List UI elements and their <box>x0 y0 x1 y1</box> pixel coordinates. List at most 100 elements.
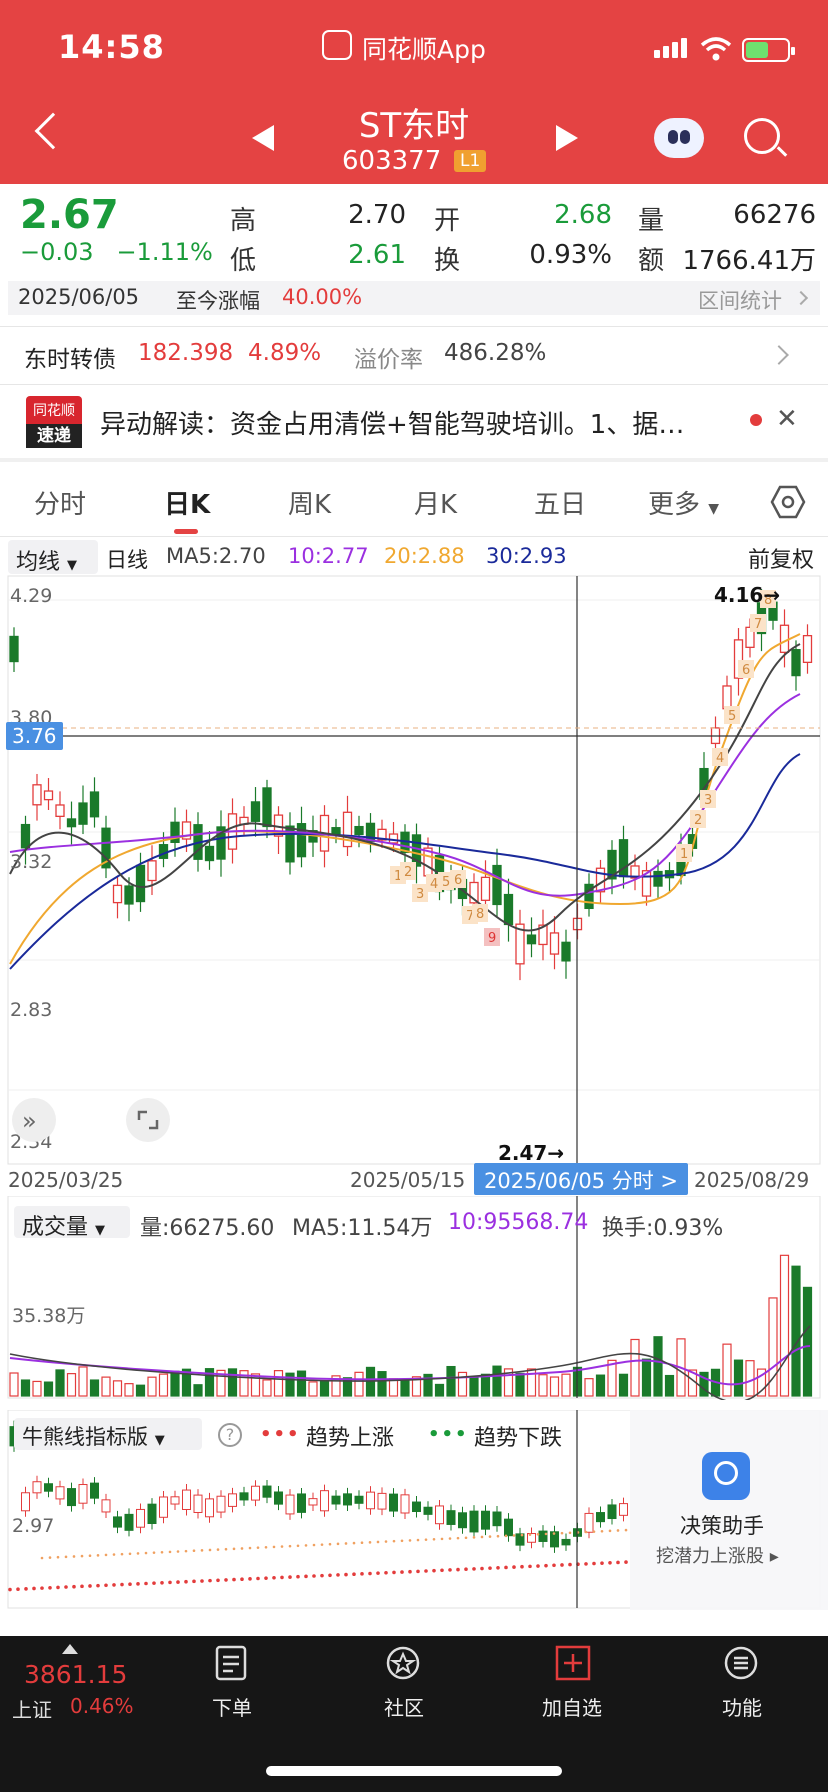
bear-candle-body <box>90 1482 99 1499</box>
tab-five-day[interactable]: 五日 <box>534 484 586 521</box>
community-icon[interactable] <box>384 1644 422 1682</box>
bear-dot-lower <box>96 1583 100 1588</box>
sequence-number: 6 <box>454 873 462 888</box>
indicator-dropdown-label: 牛熊线指标版 <box>22 1425 148 1449</box>
bear-dot-lower <box>416 1569 420 1574</box>
candle-body <box>779 624 790 653</box>
adjust-mode[interactable]: 前复权 <box>748 542 814 574</box>
volume-bar <box>89 1379 100 1397</box>
assistant-search-icon[interactable] <box>702 1452 750 1500</box>
bear-dot-lower <box>240 1577 244 1582</box>
volume-bar <box>779 1254 790 1397</box>
volume-bar <box>135 1384 146 1397</box>
tab-daily-k[interactable]: 日K <box>164 484 210 521</box>
app-logo-icon <box>322 30 352 60</box>
volume-bar <box>20 1379 31 1397</box>
bear-dot-lower <box>424 1569 428 1573</box>
close-icon[interactable]: ✕ <box>776 404 798 434</box>
low-label: 低 <box>230 246 257 276</box>
volume-turnover: 换手:0.93% <box>602 1216 724 1241</box>
index-value[interactable]: 3861.15 <box>24 1660 127 1689</box>
candle-body <box>549 932 560 955</box>
function-button[interactable]: 功能 <box>682 1692 802 1721</box>
tab-more[interactable]: 更多 ▼ <box>648 484 719 521</box>
bear-candle-body <box>458 1512 467 1529</box>
community-button[interactable]: 社区 <box>344 1692 464 1721</box>
order-icon[interactable] <box>212 1644 250 1682</box>
order-button[interactable]: 下单 <box>172 1692 292 1721</box>
bear-dot-upper <box>232 1547 236 1551</box>
bear-dot-upper <box>504 1534 508 1538</box>
add-watchlist-button[interactable]: 加自选 <box>512 1692 632 1721</box>
candlestick-chart[interactable]: 1 234 5 67 8912345678 4.29 3.80 3.32 2.83 2.… <box>0 574 828 1170</box>
volume-bar <box>43 1381 54 1397</box>
ma10-value: 10:2.77 <box>288 544 369 568</box>
bear-dot-lower <box>480 1566 484 1571</box>
fullscreen-button[interactable] <box>126 1098 170 1142</box>
bear-candle-body <box>343 1493 352 1506</box>
bear-candle-body <box>469 1510 479 1533</box>
date-end: 2025/08/29 <box>694 1168 810 1192</box>
search-icon[interactable] <box>744 118 780 154</box>
tab-monthly-k[interactable]: 月K <box>414 484 457 521</box>
bear-dot-upper <box>40 1556 44 1560</box>
bear-dot-lower <box>568 1562 572 1567</box>
bear-scale: 2.97 <box>12 1515 54 1537</box>
bear-dot-lower <box>512 1565 516 1569</box>
bear-dot-lower <box>48 1585 52 1590</box>
bear-dot-lower <box>272 1575 276 1580</box>
bear-dot-upper <box>480 1535 484 1539</box>
bear-candle-body <box>274 1491 283 1505</box>
bear-candle-body <box>147 1503 157 1525</box>
bear-dot-lower <box>80 1584 84 1589</box>
robot-assistant-icon[interactable] <box>654 118 704 158</box>
news-headline[interactable]: 异动解读：资金占用清偿+智能驾驶培训。1、据… <box>100 404 730 441</box>
open-label: 开 <box>434 206 461 236</box>
tab-intraday[interactable]: 分时 <box>34 484 86 521</box>
bear-dot-upper <box>168 1550 172 1554</box>
bear-dot-lower <box>496 1565 500 1570</box>
help-icon[interactable]: ? <box>218 1423 242 1447</box>
candle-body <box>20 823 31 849</box>
volume-dropdown[interactable]: 成交量 ▼ <box>14 1206 130 1240</box>
ma-dropdown[interactable]: 均线 ▼ <box>8 540 98 575</box>
selected-date-button[interactable]: 2025/06/05 分时 > <box>474 1163 688 1195</box>
y-label-2: 3.32 <box>10 851 52 873</box>
bear-dot-lower <box>344 1572 348 1577</box>
bear-dot-upper <box>216 1548 220 1551</box>
volume-bar <box>32 1380 42 1397</box>
bear-dot-upper <box>312 1543 316 1547</box>
bear-candle-body <box>607 1504 617 1520</box>
indicator-dropdown[interactable]: 牛熊线指标版 ▼ <box>14 1418 202 1450</box>
tab-weekly-k[interactable]: 周K <box>288 484 331 521</box>
bear-dot-lower <box>304 1574 308 1579</box>
settings-hexagon-icon[interactable] <box>770 484 806 520</box>
bear-candle-body <box>55 1486 65 1500</box>
next-stock-button[interactable] <box>556 125 578 151</box>
add-watchlist-icon[interactable] <box>554 1644 592 1682</box>
bear-candle-body <box>239 1492 249 1501</box>
range-stats-link[interactable]: 区间统计 <box>698 285 782 315</box>
bear-candle-body <box>354 1495 364 1504</box>
bear-dot-upper <box>416 1538 420 1542</box>
bear-dot-lower <box>160 1580 164 1585</box>
cb-chevron-right-icon[interactable] <box>769 345 789 365</box>
menu-icon[interactable] <box>722 1644 760 1682</box>
assistant-title[interactable]: 决策助手 <box>680 1510 764 1540</box>
volume-bar <box>319 1380 330 1397</box>
volume-bar <box>112 1380 123 1397</box>
range-date: 2025/06/05 <box>18 285 140 309</box>
bear-dot-lower <box>184 1579 188 1584</box>
volume-bar <box>802 1286 813 1397</box>
candle-body <box>55 804 65 818</box>
section-separator <box>0 458 828 462</box>
bear-dot-upper <box>104 1553 108 1557</box>
assistant-subtitle[interactable]: 挖潜力上涨股 ▸ <box>656 1542 779 1568</box>
status-time: 14:58 <box>58 28 165 66</box>
bear-dot-upper <box>568 1531 572 1535</box>
bear-dot-lower <box>360 1572 364 1576</box>
bear-dot-upper <box>264 1545 268 1549</box>
candle-body <box>32 784 42 806</box>
bear-candle-body <box>32 1481 42 1494</box>
top-header: 14:58 同花顺App ST东时 603377 L1 <box>0 0 828 184</box>
